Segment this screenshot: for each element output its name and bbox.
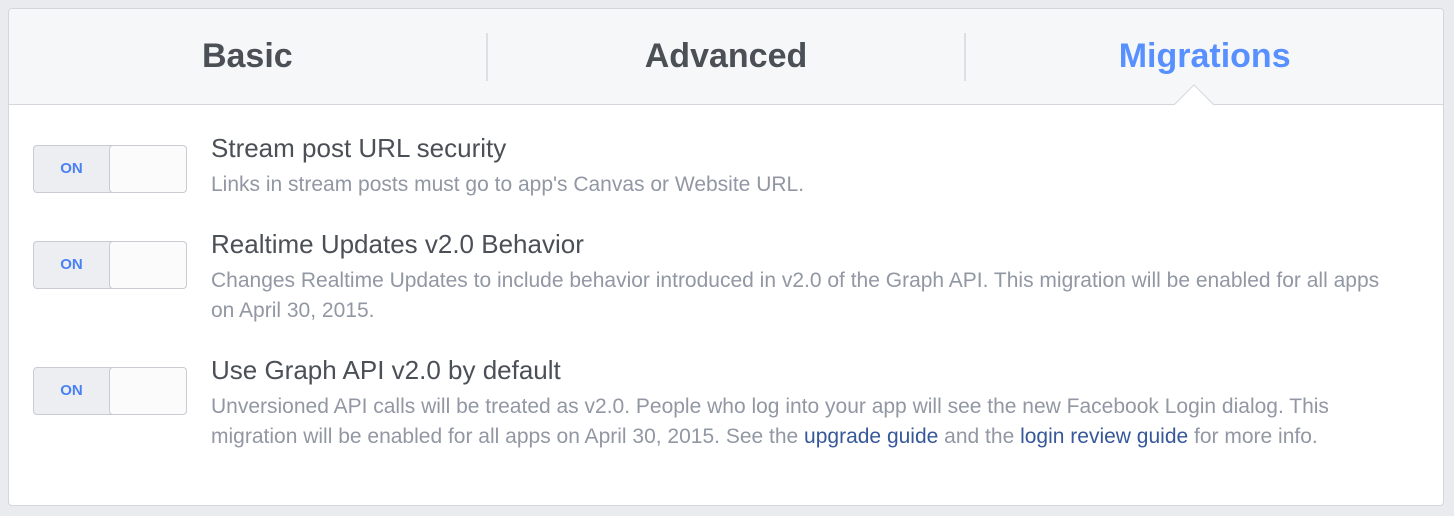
migration-description: Unversioned API calls will be treated as… xyxy=(211,392,1401,452)
tab-advanced[interactable]: Advanced xyxy=(488,9,965,104)
tab-basic[interactable]: Basic xyxy=(9,9,486,104)
toggle-knob[interactable] xyxy=(109,145,187,193)
migration-title: Realtime Updates v2.0 Behavior xyxy=(211,229,584,259)
toggle-knob[interactable] xyxy=(109,241,187,289)
tab-migrations[interactable]: Migrations xyxy=(966,9,1443,104)
login-review-guide-link[interactable]: login review guide xyxy=(1020,425,1188,448)
migration-toggle[interactable]: ON xyxy=(33,145,187,193)
migration-description: Changes Realtime Updates to include beha… xyxy=(211,269,1380,322)
toggle-on-label: ON xyxy=(60,382,83,399)
migration-description: Links in stream posts must go to app's C… xyxy=(211,173,805,196)
migration-toggle[interactable]: ON xyxy=(33,241,187,289)
description-text: and the xyxy=(938,425,1021,448)
toggle-knob[interactable] xyxy=(109,367,187,415)
toggle-on-label: ON xyxy=(60,256,83,273)
tab-bar: Basic Advanced Migrations xyxy=(9,9,1443,105)
migration-toggle[interactable]: ON xyxy=(33,367,187,415)
upgrade-guide-link[interactable]: upgrade guide xyxy=(804,425,938,448)
description-text: for more info. xyxy=(1188,425,1318,448)
migrations-panel: Basic Advanced Migrations ON Stream post… xyxy=(8,8,1444,506)
toggle-on-label: ON xyxy=(60,160,83,177)
migration-title: Use Graph API v2.0 by default xyxy=(211,355,561,385)
migration-title: Stream post URL security xyxy=(211,133,507,163)
